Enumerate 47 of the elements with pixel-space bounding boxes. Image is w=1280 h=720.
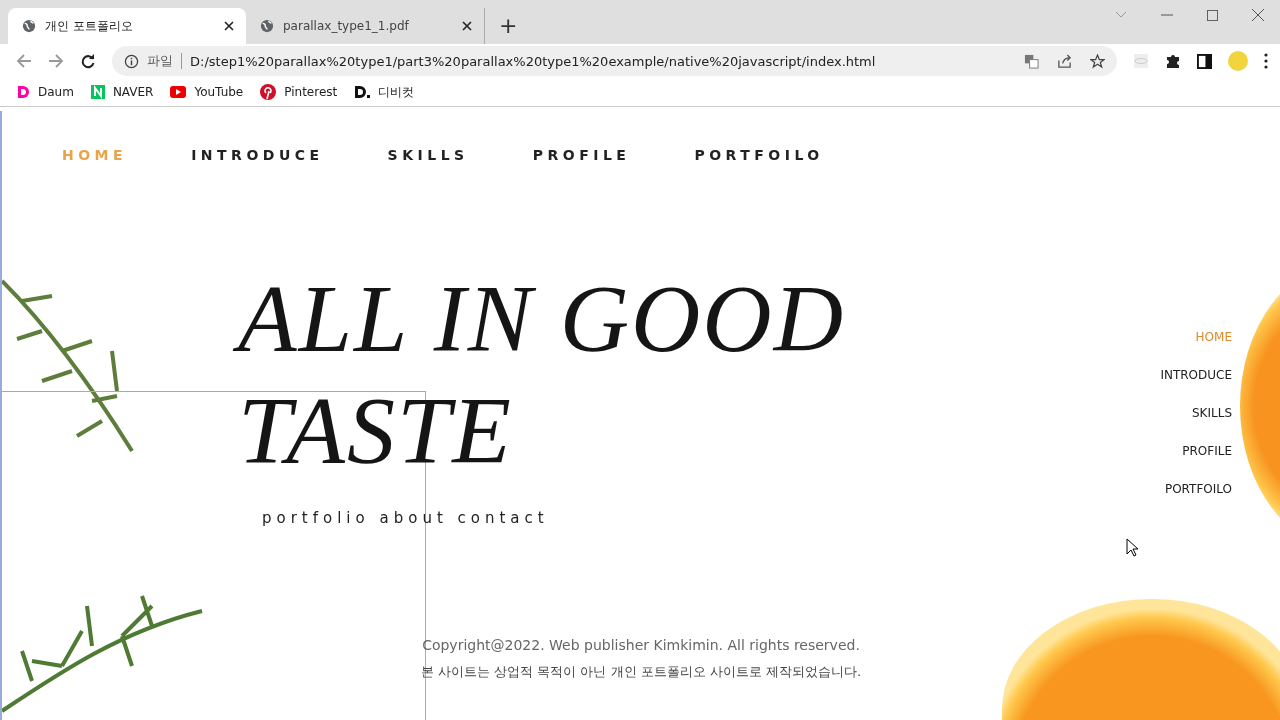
nav-link[interactable]: PORTFOILO <box>694 147 824 163</box>
side-nav-link[interactable]: INTRODUCE <box>1160 367 1232 383</box>
copyright-text: Copyright@2022. Web publisher Kimkimin. All rights reserved. <box>422 637 860 653</box>
bookmark-logo-icon <box>16 85 30 99</box>
maximize-icon[interactable] <box>1207 9 1218 21</box>
menu-icon[interactable] <box>1264 53 1268 69</box>
tab-title: parallax_type1_1.pdf <box>283 19 410 33</box>
back-icon[interactable] <box>16 53 32 69</box>
url-text: D:/step1%20parallax%20type1/part3%20parallax%20type1%20example/native%20javascript/index.html <box>190 53 876 69</box>
nav-link[interactable]: SKILLS <box>387 147 469 163</box>
nav-link[interactable]: INTRODUCE <box>191 147 324 163</box>
side-nav-link[interactable]: SKILLS <box>1192 405 1232 421</box>
hero-title: TASTE <box>237 376 514 486</box>
bookmark[interactable]: YouTube <box>170 85 244 99</box>
globe-icon <box>22 19 36 33</box>
notice-text: 본 사이트는 상업적 목적이 아닌 개인 포트폴리오 사이트로 제작되었습니다. <box>420 663 862 681</box>
side-nav-link[interactable]: PROFILE <box>1182 443 1232 459</box>
bookmark-logo-icon <box>260 84 277 100</box>
scheme-label: 파일 <box>147 52 173 70</box>
tab-title: 개인 포트폴리오 <box>45 17 134 35</box>
play-button-icon <box>170 86 187 98</box>
bookmark[interactable]: Pinterest <box>260 84 338 100</box>
side-nav-link[interactable]: PORTFOILO <box>1164 481 1232 497</box>
hero-title: ALL IN GOOD <box>234 263 859 375</box>
share-icon[interactable] <box>1057 53 1072 69</box>
bookmark[interactable]: 디비컷 <box>354 83 415 101</box>
bookmark[interactable]: NAVER <box>90 85 154 99</box>
nav-link[interactable]: PROFILE <box>532 147 631 163</box>
hero-subtitle: portfolio about contact <box>261 508 550 527</box>
translate-icon[interactable] <box>1024 53 1039 69</box>
mouse-cursor-icon <box>1126 538 1138 557</box>
forward-icon[interactable] <box>48 53 64 69</box>
bookmark-logo-icon <box>90 85 105 99</box>
info-icon <box>124 53 139 69</box>
puzzle-icon[interactable] <box>1165 53 1181 69</box>
globe-icon <box>260 19 274 33</box>
reload-icon[interactable] <box>80 53 96 69</box>
close-icon[interactable] <box>224 21 234 31</box>
browser-tab[interactable]: 개인 포트폴리오 <box>8 8 246 44</box>
star-icon[interactable] <box>1090 53 1105 69</box>
close-icon[interactable] <box>462 21 472 31</box>
address-bar[interactable]: 파일 D:/step1%20parallax%20type1/part3%20parallax%20type1%20example/native%20javascript/index.html <box>112 46 1117 76</box>
side-panel-icon[interactable] <box>1197 53 1212 69</box>
new-tab-button[interactable]: + <box>484 8 532 44</box>
bookmark-logo-icon <box>354 85 371 99</box>
browser-tab[interactable]: parallax_type1_1.pdf <box>246 8 484 44</box>
bookmark[interactable]: Daum <box>16 85 74 99</box>
